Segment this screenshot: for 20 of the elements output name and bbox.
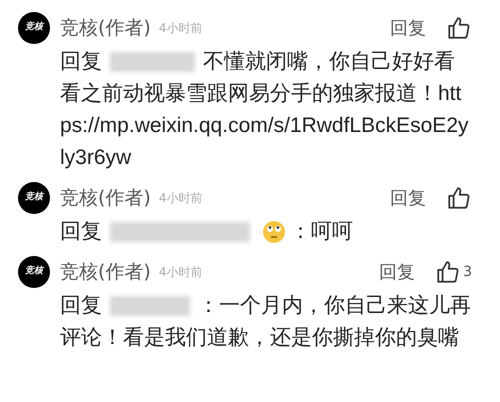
comment-text: 回复 ：呵呵: [60, 219, 354, 246]
reply-button[interactable]: 回复: [390, 184, 426, 212]
eye-roll-emoji-icon: [262, 220, 286, 244]
reply-button[interactable]: 回复: [379, 258, 416, 286]
timestamp: 4小时前: [158, 264, 202, 281]
avatar: 竞核: [18, 12, 50, 44]
author-name: 竞核(作者): [60, 186, 151, 211]
comment-text: 回复 ：一个月内，你自己来这儿再评论！看是我们道歉，还是你撕掉你的臭嘴: [60, 293, 472, 351]
like-count: 3: [463, 262, 472, 282]
thumbs-up-icon: [446, 15, 472, 41]
avatar: 竞核: [18, 182, 50, 214]
thumbs-up-icon: [435, 259, 462, 285]
author-name: 竞核(作者): [60, 16, 151, 41]
timestamp: 4小时前: [158, 190, 202, 207]
author-name: 竞核(作者): [60, 260, 151, 285]
avatar: 竞核: [18, 256, 50, 288]
thumbs-up-icon: [446, 185, 472, 211]
reply-button[interactable]: 回复: [390, 14, 426, 42]
comment-text: 回复 不懂就闭嘴，你自己好好看看之前动视暴雪跟网易分手的独家报道！https://mp.weixin.qq.com/s/1RwdfLBckEsoE2yly3r6yw: [60, 49, 470, 171]
timestamp: 4小时前: [158, 20, 202, 37]
